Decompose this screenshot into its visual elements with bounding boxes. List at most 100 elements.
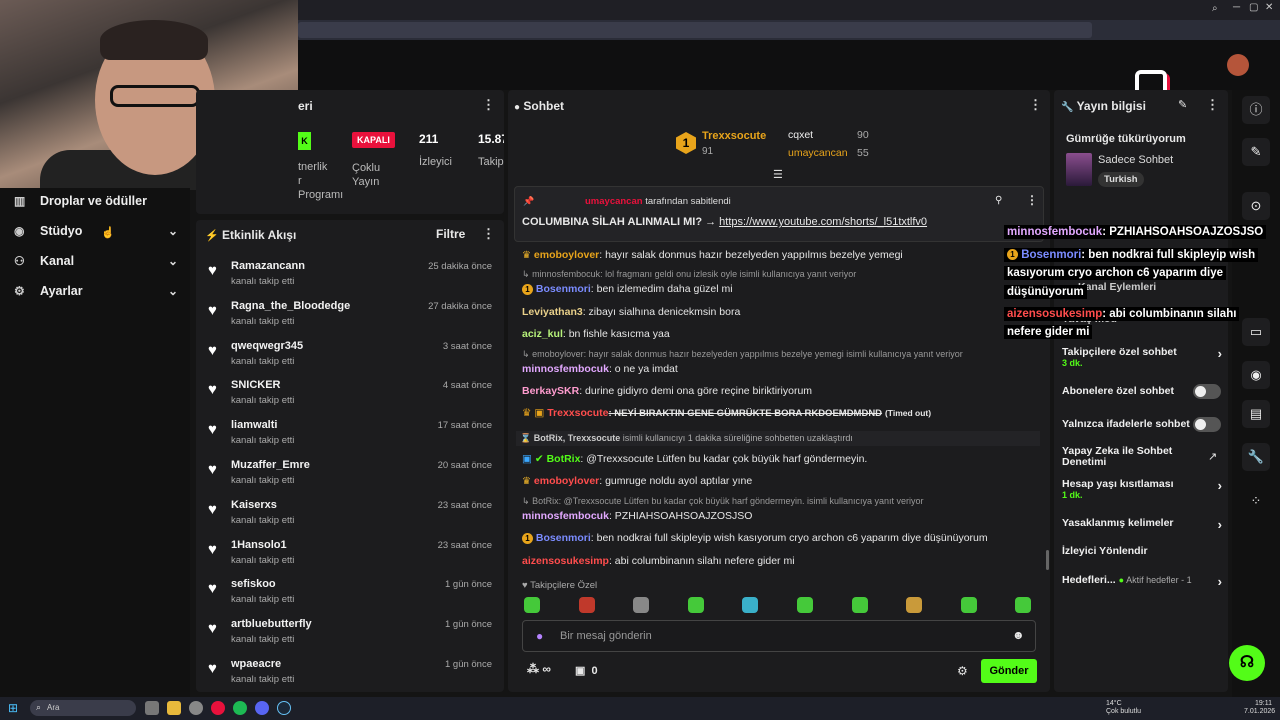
reply-context[interactable]: ↳ minnosfembocuk: lol fragmanı geldi onu… <box>522 269 856 280</box>
soccer-emote-icon[interactable] <box>633 597 650 613</box>
goals[interactable]: Hedefleri... ● Aktif hedefler - 1 › <box>1062 574 1222 589</box>
frog-emote-icon[interactable] <box>742 597 759 613</box>
target-icon[interactable]: ⊙ <box>1242 192 1270 220</box>
username[interactable]: BotRix <box>547 453 581 465</box>
apps-icon[interactable]: ⁘ <box>1242 487 1270 515</box>
file-explorer-icon[interactable] <box>167 701 181 715</box>
more-options-icon[interactable]: ⋮ <box>1029 97 1042 113</box>
unpin-icon[interactable]: ⚲ <box>995 195 1002 206</box>
chat-message[interactable]: aciz_kul: bn fishle kasıcma yaa <box>522 328 670 340</box>
chat-input[interactable]: ● Bir mesaj gönderin ☻ <box>522 620 1036 652</box>
list-item[interactable]: ♥ wpaeacre kanalı takip etti 1 gün önce <box>205 657 495 697</box>
pinned-message[interactable]: 📌 umaycancan tarafından sabitlendi COLUM… <box>514 186 1044 242</box>
frog-emote-icon[interactable] <box>851 597 868 613</box>
list-item[interactable]: ♥ Ramazancann kanalı takip etti 25 dakika ö… <box>205 259 495 299</box>
username[interactable]: aizensosukesimp <box>522 555 609 567</box>
system-message[interactable]: ⌛ BotRix, Trexxsocute isimli kullanıcıyı… <box>516 431 1040 446</box>
settings-icon[interactable] <box>189 701 203 715</box>
list-item[interactable]: ♥ qweqwegr345 kanalı takip etti 3 saat önce <box>205 339 495 379</box>
multi-stream[interactable]: Çoklu Yayın <box>352 161 380 189</box>
pinned-link[interactable]: https://www.youtube.com/shorts/_l51txtlf… <box>719 216 927 228</box>
emotes-only-toggle[interactable] <box>1193 417 1221 432</box>
chat-message[interactable]: ♛ emoboylover: gumruge noldu ayol aptıla… <box>522 475 752 487</box>
steam-icon[interactable] <box>277 701 291 715</box>
username[interactable]: Leviyathan3 <box>522 306 583 318</box>
send-button[interactable]: Gönder <box>981 659 1037 683</box>
username[interactable]: BerkaySKR <box>522 385 579 397</box>
chat-message[interactable]: ♛ emoboylover: hayır salak donmus hazır … <box>522 249 903 261</box>
more-options-icon[interactable]: ⋮ <box>482 97 495 113</box>
username[interactable]: Bosenmori <box>536 532 591 544</box>
username[interactable]: emoboylover <box>534 475 599 487</box>
edit-icon[interactable]: ✎ <box>1178 98 1187 111</box>
chat-message[interactable]: ♛ ▣ Trexxsocute: NEYİ BIRAKTIN GENE GÜMR… <box>522 407 931 419</box>
chat-message[interactable]: 1 Bosenmori: ben nodkrai full skipleyip … <box>522 532 988 544</box>
frog-emote-icon[interactable] <box>1015 597 1032 613</box>
list-item[interactable]: ♥ sefiskoo kanalı takip etti 1 gün önce <box>205 577 495 617</box>
list-item[interactable]: ♥ Kaiserxs kanalı takip etti 23 saat önce <box>205 498 495 538</box>
banned-words[interactable]: Yasaklanmış kelimeler › <box>1062 517 1222 532</box>
maximize-icon[interactable]: ▢ <box>1249 2 1258 13</box>
list-item[interactable]: ♥ artbluebutterfly kanalı takip etti 1 gün … <box>205 617 495 657</box>
raid-viewers[interactable]: İzleyici Yönlendir <box>1062 545 1222 557</box>
more-options-icon[interactable]: ⋮ <box>1206 97 1219 113</box>
opera-icon[interactable] <box>211 701 225 715</box>
spotify-icon[interactable] <box>233 701 247 715</box>
minimize-icon[interactable]: ─ <box>1233 2 1240 13</box>
list-item[interactable]: ♥ 1Hansolo1 kanalı takip etti 23 saat önce <box>205 538 495 578</box>
frog-emote-icon[interactable] <box>524 597 540 613</box>
list-item[interactable]: ♥ SNICKER kanalı takip etti 4 saat önce <box>205 378 495 418</box>
followers-only-chat[interactable]: Takipçilere özel sohbet 3 dk. › <box>1062 346 1222 368</box>
broadcast-icon[interactable]: ◉ <box>1242 361 1270 389</box>
chat-message[interactable]: BerkaySKR: durine gidiyro demi ona göre … <box>522 385 812 397</box>
username[interactable]: minnosfembocuk <box>522 510 609 522</box>
subscribers-only-toggle[interactable] <box>1193 384 1221 399</box>
chat-bubble-icon[interactable]: ▭ <box>1242 318 1270 346</box>
windows-icon[interactable]: ⊞ <box>8 701 22 715</box>
account-age-restriction[interactable]: Hesap yaşı kısıtlaması 1 dk. › <box>1062 478 1222 500</box>
emoji-icon[interactable]: ☻ <box>1012 628 1025 642</box>
chat-message[interactable]: 1 Bosenmori: ben izlemedim daha güzel mi <box>522 283 733 295</box>
frog-emote-icon[interactable] <box>797 597 813 613</box>
chat-message[interactable]: Leviyathan3: zibayı sialhına denicekmsin… <box>522 306 740 318</box>
weather-widget[interactable]: 14°C Çok bulutlu <box>1106 700 1141 716</box>
expand-icon[interactable]: ☰ <box>773 168 783 181</box>
robot-emote-icon[interactable] <box>906 597 923 613</box>
username[interactable]: aciz_kul <box>522 328 563 340</box>
microphone-icon[interactable]: ● <box>536 629 543 643</box>
frog-emote-icon[interactable] <box>687 597 704 613</box>
wrench-icon[interactable]: 🔧 <box>1242 443 1270 471</box>
info-icon[interactable]: ⓘ <box>1242 96 1270 124</box>
chat-scrollbar[interactable] <box>1046 550 1049 570</box>
more-options-icon[interactable]: ⋮ <box>1026 193 1038 207</box>
username[interactable]: Trexxsocute <box>547 407 608 419</box>
search-icon[interactable]: ⌕ <box>1212 3 1218 14</box>
leaderboard[interactable]: 1 Trexxsocute 91 cqxet 90 umaycancan 55 <box>676 128 886 164</box>
category-name[interactable]: Sadece Sohbet <box>1098 154 1173 166</box>
reply-context[interactable]: ↳ BotRix: @Trexxsocute Lütfen bu kadar ç… <box>522 496 924 507</box>
taskbar-search[interactable]: ⌕ Ara <box>30 700 136 716</box>
username[interactable]: emoboylover <box>534 249 599 261</box>
chat-settings-icon[interactable]: ⚙ <box>957 664 968 678</box>
list-item[interactable]: ♥ Ragna_the_Bloodedge kanalı takip etti 27 … <box>205 299 495 339</box>
discord-icon[interactable] <box>255 701 269 715</box>
clock[interactable]: 19:11 7.01.2026 <box>1244 700 1275 716</box>
gift-counter[interactable]: ▣ 0 <box>575 664 598 677</box>
sidebar-item-settings[interactable]: ⚙ Ayarlar ⌄ <box>0 276 190 306</box>
chat-message[interactable]: minnosfembocuk: o ne ya imdat <box>522 363 678 375</box>
layout-icon[interactable]: ▤ <box>1242 400 1270 428</box>
chat-message[interactable]: minnosfembocuk: PZHIAHSOAHSOAJZOSJSO <box>522 510 752 522</box>
list-item[interactable]: ♥ liamwalti kanalı takip etti 17 saat önce <box>205 418 495 458</box>
external-link-icon[interactable]: ↗ <box>1208 450 1217 463</box>
chat-message[interactable]: ▣ ✔ BotRix: @Trexxsocute Lütfen bu kadar… <box>522 453 867 465</box>
address-bar[interactable] <box>298 22 1092 38</box>
task-view-icon[interactable] <box>145 701 159 715</box>
username[interactable]: Bosenmori <box>536 283 591 295</box>
list-item[interactable]: ♥ Muzaffer_Emre kanalı takip etti 20 saat ö… <box>205 458 495 498</box>
frog-emote-icon[interactable] <box>960 597 977 613</box>
box-emote-icon[interactable] <box>578 597 595 613</box>
filter-button[interactable]: Filtre <box>436 227 465 241</box>
pencil-icon[interactable]: ✎ <box>1242 138 1270 166</box>
avatar[interactable] <box>1227 54 1249 76</box>
username[interactable]: minnosfembocuk <box>522 363 609 375</box>
